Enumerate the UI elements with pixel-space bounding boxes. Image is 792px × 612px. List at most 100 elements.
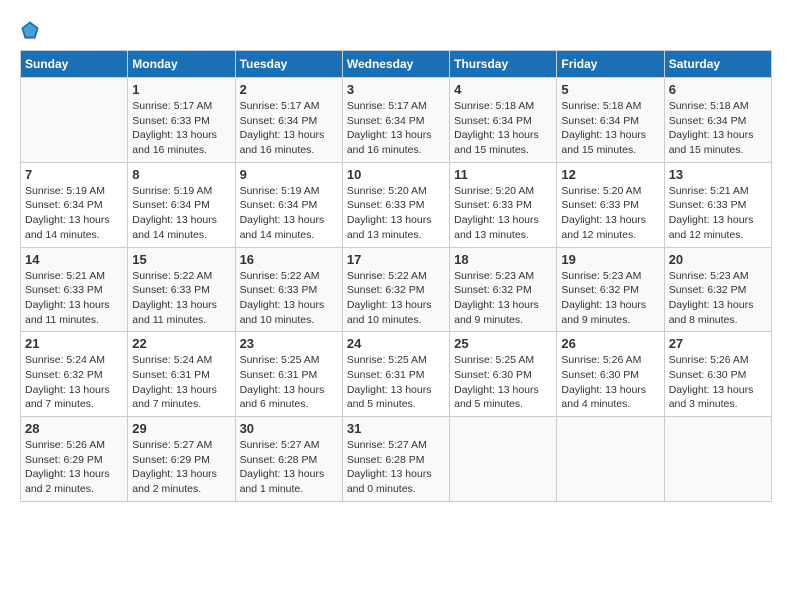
calendar-cell: 22 Sunrise: 5:24 AM Sunset: 6:31 PM Dayli… [128,332,235,417]
calendar-cell [557,417,664,502]
header-day-sunday: Sunday [21,51,128,78]
day-number: 18 [454,252,552,267]
calendar-cell: 31 Sunrise: 5:27 AM Sunset: 6:28 PM Dayli… [342,417,449,502]
day-number: 12 [561,167,659,182]
calendar-cell: 20Sunrise: 5:23 AM Sunset: 6:32 PM Dayli… [664,247,771,332]
calendar-cell: 21Sunrise: 5:24 AM Sunset: 6:32 PM Dayli… [21,332,128,417]
day-info: Sunrise: 5:18 AM Sunset: 6:34 PM Dayligh… [561,99,659,158]
calendar-week-row: 14 Sunrise: 5:21 AM Sunset: 6:33 PM Dayli… [21,247,772,332]
day-number: 7 [25,167,123,182]
day-info: Sunrise: 5:26 AM Sunset: 6:30 PM Dayligh… [669,353,767,412]
calendar-cell [21,78,128,163]
calendar-cell: 29 Sunrise: 5:27 AM Sunset: 6:29 PM Dayli… [128,417,235,502]
calendar-cell: 7 Sunrise: 5:19 AM Sunset: 6:34 PM Daylig… [21,162,128,247]
calendar-cell: 26 Sunrise: 5:26 AM Sunset: 6:30 PM Dayli… [557,332,664,417]
calendar-header-row: SundayMondayTuesdayWednesdayThursdayFrid… [21,51,772,78]
calendar-cell [664,417,771,502]
calendar-cell: 9 Sunrise: 5:19 AM Sunset: 6:34 PM Daylig… [235,162,342,247]
day-number: 24 [347,336,445,351]
calendar-cell: 24 Sunrise: 5:25 AM Sunset: 6:31 PM Dayli… [342,332,449,417]
header-day-thursday: Thursday [450,51,557,78]
day-number: 26 [561,336,659,351]
day-info: Sunrise: 5:25 AM Sunset: 6:30 PM Dayligh… [454,353,552,412]
day-info: Sunrise: 5:27 AM Sunset: 6:28 PM Dayligh… [347,438,445,497]
calendar-cell: 13 Sunrise: 5:21 AM Sunset: 6:33 PM Dayli… [664,162,771,247]
day-info: Sunrise: 5:25 AM Sunset: 6:31 PM Dayligh… [347,353,445,412]
day-info: Sunrise: 5:26 AM Sunset: 6:30 PM Dayligh… [561,353,659,412]
day-number: 31 [347,421,445,436]
day-number: 22 [132,336,230,351]
calendar-cell: 3Sunrise: 5:17 AM Sunset: 6:34 PM Daylig… [342,78,449,163]
day-info: Sunrise: 5:27 AM Sunset: 6:29 PM Dayligh… [132,438,230,497]
day-number: 25 [454,336,552,351]
calendar-cell: 19Sunrise: 5:23 AM Sunset: 6:32 PM Dayli… [557,247,664,332]
calendar-cell: 1Sunrise: 5:17 AM Sunset: 6:33 PM Daylig… [128,78,235,163]
day-info: Sunrise: 5:19 AM Sunset: 6:34 PM Dayligh… [132,184,230,243]
calendar-cell: 16 Sunrise: 5:22 AM Sunset: 6:33 PM Dayli… [235,247,342,332]
day-number: 9 [240,167,338,182]
day-info: Sunrise: 5:22 AM Sunset: 6:32 PM Dayligh… [347,269,445,328]
day-number: 27 [669,336,767,351]
day-info: Sunrise: 5:21 AM Sunset: 6:33 PM Dayligh… [669,184,767,243]
calendar-cell: 27 Sunrise: 5:26 AM Sunset: 6:30 PM Dayli… [664,332,771,417]
day-info: Sunrise: 5:25 AM Sunset: 6:31 PM Dayligh… [240,353,338,412]
calendar-cell [450,417,557,502]
day-info: Sunrise: 5:26 AM Sunset: 6:29 PM Dayligh… [25,438,123,497]
calendar-cell: 17 Sunrise: 5:22 AM Sunset: 6:32 PM Dayli… [342,247,449,332]
day-info: Sunrise: 5:22 AM Sunset: 6:33 PM Dayligh… [240,269,338,328]
calendar-cell: 5 Sunrise: 5:18 AM Sunset: 6:34 PM Daylig… [557,78,664,163]
calendar-cell: 12 Sunrise: 5:20 AM Sunset: 6:33 PM Dayli… [557,162,664,247]
calendar-cell: 14 Sunrise: 5:21 AM Sunset: 6:33 PM Dayli… [21,247,128,332]
header-day-tuesday: Tuesday [235,51,342,78]
day-number: 10 [347,167,445,182]
day-info: Sunrise: 5:23 AM Sunset: 6:32 PM Dayligh… [454,269,552,328]
day-info: Sunrise: 5:27 AM Sunset: 6:28 PM Dayligh… [240,438,338,497]
calendar-cell: 18 Sunrise: 5:23 AM Sunset: 6:32 PM Dayli… [450,247,557,332]
day-info: Sunrise: 5:17 AM Sunset: 6:34 PM Dayligh… [347,99,445,158]
header-day-wednesday: Wednesday [342,51,449,78]
day-info: Sunrise: 5:18 AM Sunset: 6:34 PM Dayligh… [454,99,552,158]
calendar-cell: 30Sunrise: 5:27 AM Sunset: 6:28 PM Dayli… [235,417,342,502]
calendar-cell: 4 Sunrise: 5:18 AM Sunset: 6:34 PM Daylig… [450,78,557,163]
calendar-cell: 6 Sunrise: 5:18 AM Sunset: 6:34 PM Daylig… [664,78,771,163]
calendar-cell: 28 Sunrise: 5:26 AM Sunset: 6:29 PM Dayli… [21,417,128,502]
day-number: 28 [25,421,123,436]
day-number: 5 [561,82,659,97]
calendar-cell: 25 Sunrise: 5:25 AM Sunset: 6:30 PM Dayli… [450,332,557,417]
calendar-cell: 2Sunrise: 5:17 AM Sunset: 6:34 PM Daylig… [235,78,342,163]
calendar-week-row: 1Sunrise: 5:17 AM Sunset: 6:33 PM Daylig… [21,78,772,163]
calendar-table: SundayMondayTuesdayWednesdayThursdayFrid… [20,50,772,502]
day-info: Sunrise: 5:19 AM Sunset: 6:34 PM Dayligh… [240,184,338,243]
header-day-friday: Friday [557,51,664,78]
logo-icon [20,20,40,40]
day-number: 8 [132,167,230,182]
day-info: Sunrise: 5:21 AM Sunset: 6:33 PM Dayligh… [25,269,123,328]
day-number: 15 [132,252,230,267]
day-number: 21 [25,336,123,351]
day-number: 17 [347,252,445,267]
day-number: 29 [132,421,230,436]
day-info: Sunrise: 5:19 AM Sunset: 6:34 PM Dayligh… [25,184,123,243]
day-info: Sunrise: 5:20 AM Sunset: 6:33 PM Dayligh… [561,184,659,243]
header-day-saturday: Saturday [664,51,771,78]
header-day-monday: Monday [128,51,235,78]
calendar-week-row: 7 Sunrise: 5:19 AM Sunset: 6:34 PM Daylig… [21,162,772,247]
day-number: 6 [669,82,767,97]
calendar-cell: 23Sunrise: 5:25 AM Sunset: 6:31 PM Dayli… [235,332,342,417]
day-number: 4 [454,82,552,97]
day-number: 20 [669,252,767,267]
day-number: 14 [25,252,123,267]
day-number: 16 [240,252,338,267]
day-info: Sunrise: 5:18 AM Sunset: 6:34 PM Dayligh… [669,99,767,158]
day-number: 13 [669,167,767,182]
logo [20,20,44,40]
calendar-cell: 8 Sunrise: 5:19 AM Sunset: 6:34 PM Daylig… [128,162,235,247]
page-header [20,20,772,40]
day-info: Sunrise: 5:20 AM Sunset: 6:33 PM Dayligh… [347,184,445,243]
day-info: Sunrise: 5:24 AM Sunset: 6:31 PM Dayligh… [132,353,230,412]
calendar-week-row: 21Sunrise: 5:24 AM Sunset: 6:32 PM Dayli… [21,332,772,417]
calendar-week-row: 28 Sunrise: 5:26 AM Sunset: 6:29 PM Dayli… [21,417,772,502]
calendar-cell: 15Sunrise: 5:22 AM Sunset: 6:33 PM Dayli… [128,247,235,332]
day-number: 1 [132,82,230,97]
day-info: Sunrise: 5:20 AM Sunset: 6:33 PM Dayligh… [454,184,552,243]
